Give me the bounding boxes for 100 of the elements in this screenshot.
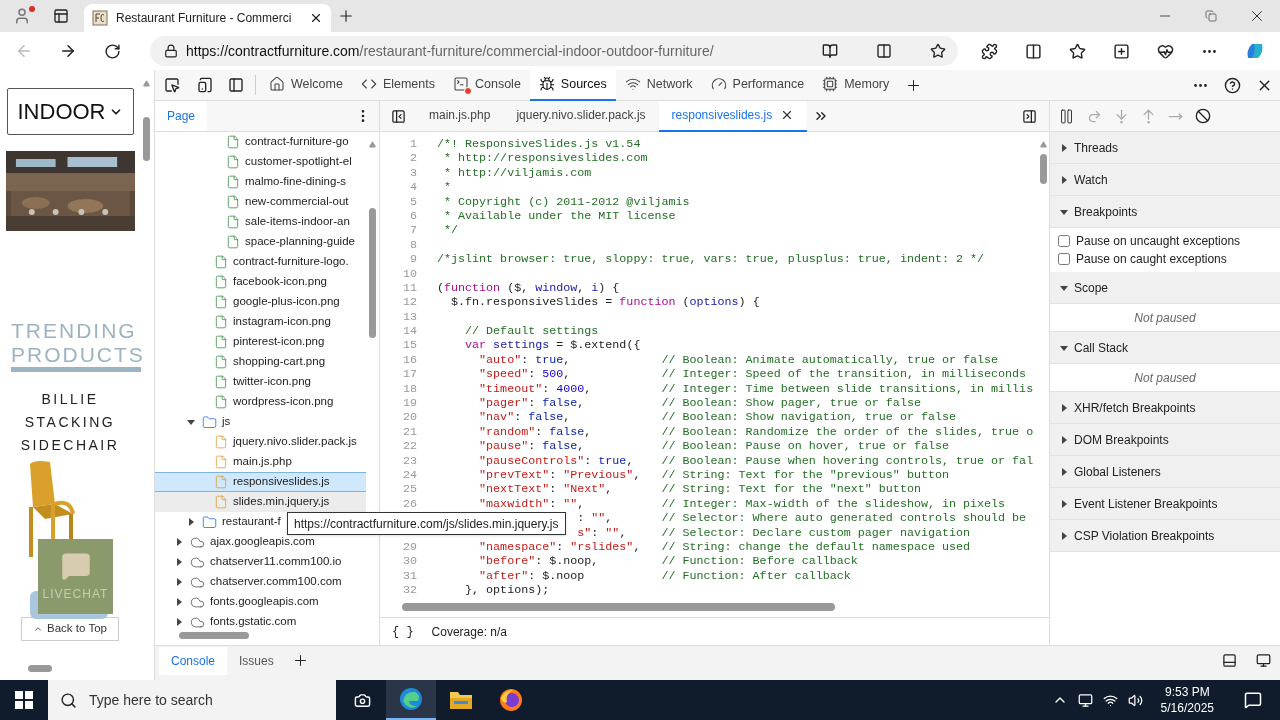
screen-icon[interactable] [1255,653,1271,668]
notifications-icon[interactable] [1244,691,1262,709]
devtools-tab[interactable]: Memory [813,69,899,101]
section-header[interactable]: Global Listeners [1050,456,1280,488]
category-select[interactable]: INDOOR [6,88,134,135]
refresh-icon[interactable] [103,42,121,60]
section-header[interactable]: CSP Violation Breakpoints [1050,520,1280,552]
network-icon[interactable] [1102,692,1118,708]
scrollbar-thumb[interactable] [142,117,150,161]
section-header[interactable]: Watch [1050,164,1280,196]
section-header[interactable]: Breakpoints [1050,196,1280,228]
checkbox[interactable] [1058,253,1070,265]
tree-item[interactable]: responsiveslides.js [155,472,366,492]
help-icon[interactable] [1223,76,1241,94]
checkbox-row[interactable]: Pause on caught exceptions [1050,250,1280,268]
tree-item[interactable]: jquery.nivo.slider.pack.js [155,432,366,452]
heart-pulse-icon[interactable] [1156,42,1174,60]
tree-item[interactable]: space-planning-guide [155,232,366,252]
volume-icon[interactable] [1127,692,1143,708]
device-icon[interactable] [196,77,213,93]
code-line: "nextText": "Next", // String: Text for the "next" button [478,482,921,497]
dock-icon[interactable] [1221,653,1237,668]
pretty-print-button[interactable]: { } [392,622,414,641]
tree-item[interactable]: sale-items-indoor-an [155,212,366,232]
drawer-tab[interactable]: Issues [227,646,286,675]
tree-item[interactable]: slides.min.jquery.js [155,492,366,512]
device-icon[interactable] [1077,692,1093,708]
profile-icon[interactable] [13,7,31,25]
search-field[interactable]: Type here to search [48,680,336,720]
address-bar[interactable]: https://contractfurniture.com/restaurant-furniture/commercial-indoor-outdoor-furniture/ [150,36,958,66]
tree-item[interactable]: js [155,412,366,432]
browser-icon[interactable] [399,687,423,711]
tree-item[interactable]: chatserver11.comm100.io [155,552,366,572]
tree-item[interactable]: instagram-icon.png [155,312,366,332]
new-tab-icon[interactable] [337,7,355,25]
back-to-top-button[interactable]: Back to Top [21,617,119,641]
tree-item[interactable]: pinterest-icon.png [155,332,366,352]
panel-icon[interactable] [228,77,244,93]
close-icon[interactable] [309,11,323,25]
devtools-tab[interactable]: Elements [351,69,444,101]
tree-item[interactable]: wordpress-icon.png [155,392,366,412]
star-icon[interactable] [930,43,946,59]
checkbox[interactable] [1058,235,1070,247]
windows-logo-icon[interactable] [15,691,33,709]
split-screen-icon[interactable] [1025,42,1043,60]
tree-item[interactable]: new-commercial-out [155,192,366,212]
section-header[interactable]: XHR/fetch Breakpoints [1050,392,1280,424]
scrollbar-thumb[interactable] [28,665,52,672]
tree-item[interactable]: fonts.gstatic.com [155,612,366,628]
file-tab[interactable]: main.js.php [416,100,504,132]
tree-item[interactable]: ajax.googleapis.com [155,532,366,552]
forward-icon[interactable] [59,42,77,60]
line-number: 30 [402,554,417,569]
file-tab[interactable]: jquery.nivo.slider.pack.js [503,100,659,132]
favorites-icon[interactable] [1069,42,1087,60]
devtools-tab[interactable]: Performance [701,69,814,101]
tab-actions-icon[interactable] [53,8,69,24]
browser-tab[interactable]: Restaurant Furniture - Commerci [84,4,331,32]
browser-icon[interactable] [499,688,523,712]
tree-item[interactable]: contract-furniture-go [155,132,366,152]
checkbox-row[interactable]: Pause on uncaught exceptions [1050,232,1280,250]
deactivate-breakpoints-icon[interactable] [1195,108,1211,124]
navigator-toggle-icon[interactable] [390,108,406,124]
scrollbar-thumb[interactable] [402,603,835,612]
section-header[interactable]: Call Stack [1050,332,1280,364]
drawer-tab[interactable]: Console [159,646,228,675]
tree-item[interactable]: contract-furniture-logo. [155,252,366,272]
scrollbar-thumb[interactable] [368,208,376,338]
tree-item[interactable]: fonts.googleapis.com [155,592,366,612]
scrollbar-thumb[interactable] [179,631,249,639]
inspect-icon[interactable] [163,77,180,93]
code-line: $.fn.responsiveSlides = function (options) { [450,295,760,310]
tree-item[interactable]: twitter-icon.png [155,372,366,392]
collections-icon[interactable] [1112,42,1130,60]
tree-item[interactable]: main.js.php [155,452,366,472]
restore-icon[interactable] [1205,10,1217,22]
section-header[interactable]: Threads [1050,132,1280,164]
folder-icon[interactable] [449,689,473,711]
pause-icon[interactable] [1058,107,1075,125]
file-tab[interactable]: responsiveslides.js [658,100,808,132]
devtools-tab[interactable]: Console [444,69,530,101]
devtools-tab[interactable]: Sources [529,69,616,101]
tree-item[interactable]: shopping-cart.png [155,352,366,372]
line-number: 22 [402,439,417,454]
disclosure-triangle-icon [1060,283,1068,292]
extensions-icon[interactable] [981,42,999,60]
tree-item[interactable]: customer-spotlight-el [155,152,366,172]
tree-item[interactable]: facebook-icon.png [155,272,366,292]
tree-item[interactable]: google-plus-icon.png [155,292,366,312]
debugger-toggle-icon[interactable] [1021,108,1037,124]
navigator-tab[interactable]: Page [155,101,208,131]
devtools-tab[interactable]: Welcome [260,69,352,101]
reader-view-icon[interactable] [876,43,892,59]
section-header[interactable]: Event Listener Breakpoints [1050,488,1280,520]
devtools-tab[interactable]: Network [615,69,702,101]
tree-item[interactable]: malmo-fine-dining-s [155,172,366,192]
section-header[interactable]: DOM Breakpoints [1050,424,1280,456]
scrollbar-thumb[interactable] [1039,154,1047,184]
section-header[interactable]: Scope [1050,272,1280,304]
tree-item[interactable]: chatserver.comm100.com [155,572,366,592]
